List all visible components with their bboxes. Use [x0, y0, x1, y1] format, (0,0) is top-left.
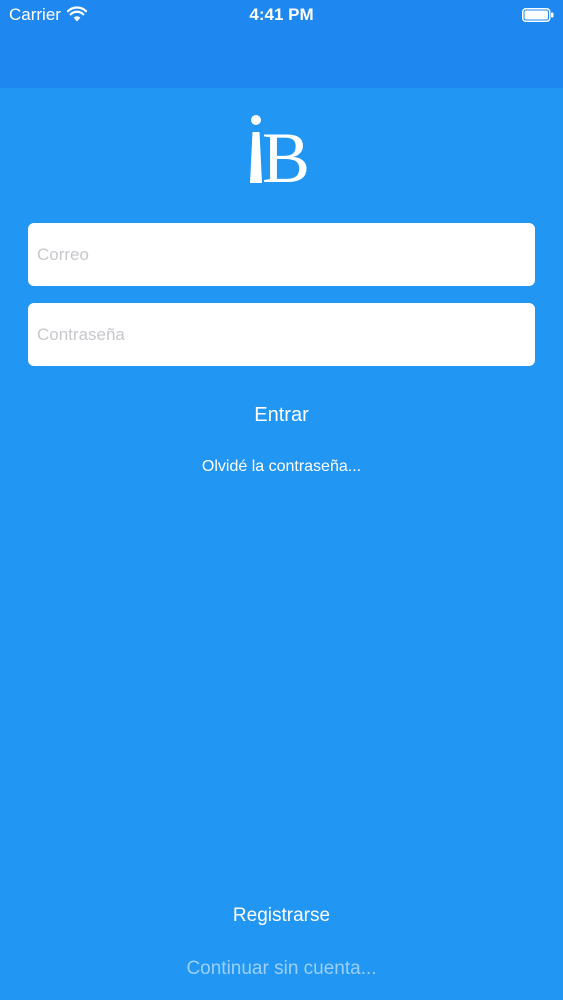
status-bar: Carrier 4:41 PM	[0, 0, 563, 88]
battery-icon	[522, 8, 554, 22]
svg-text:B: B	[262, 118, 310, 188]
email-field[interactable]	[28, 223, 535, 286]
continue-without-account-link[interactable]: Continuar sin cuenta...	[0, 958, 563, 980]
app-logo: B	[250, 115, 310, 188]
register-button[interactable]: Registrarse	[0, 905, 563, 927]
forgot-password-link[interactable]: Olvidé la contraseña...	[0, 458, 563, 476]
clock-time: 4:41 PM	[249, 5, 314, 24]
status-row: Carrier 4:41 PM	[0, 0, 563, 30]
password-field[interactable]	[28, 303, 535, 366]
login-button[interactable]: Entrar	[0, 404, 563, 427]
